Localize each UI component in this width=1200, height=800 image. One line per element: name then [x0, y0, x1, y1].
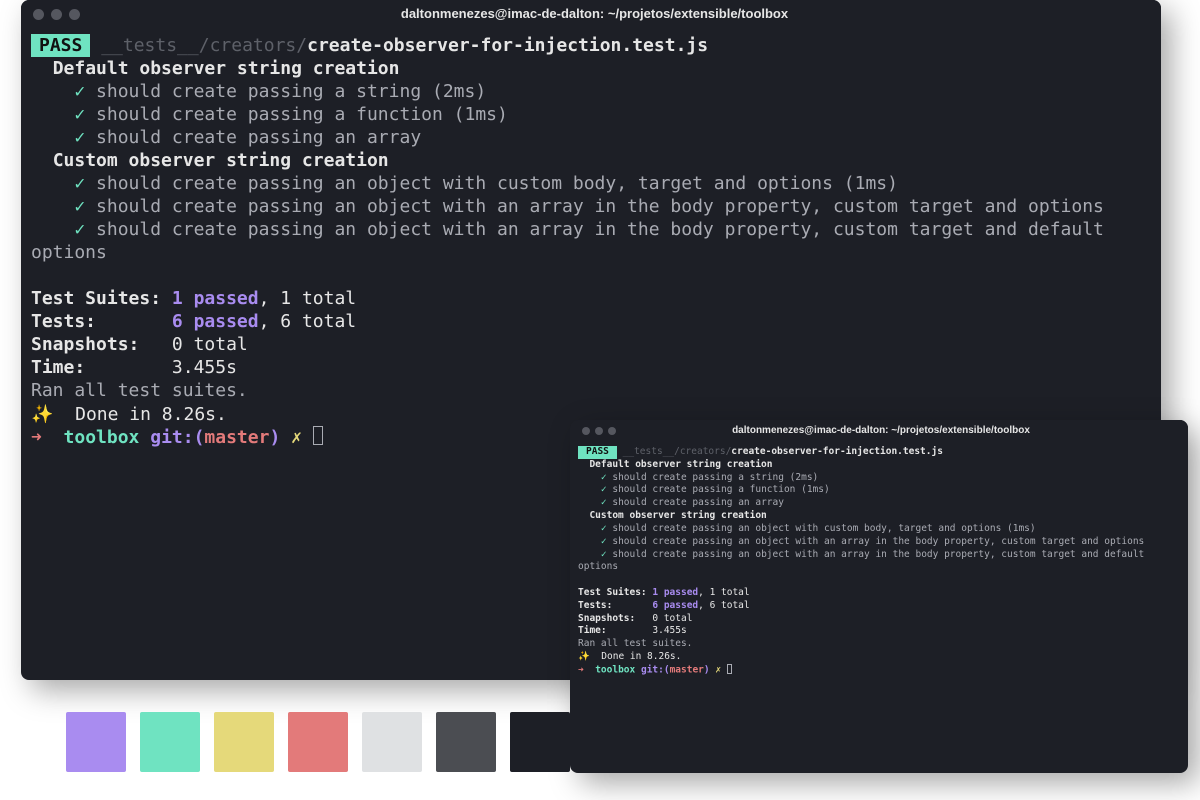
check-icon: ✓ [74, 127, 85, 148]
swatch-lightgrey [362, 712, 422, 772]
test-path-dir: __tests__/creators/ [623, 446, 732, 457]
summary-value: , 6 total [698, 600, 749, 611]
swatch-dark [510, 712, 570, 772]
summary-value: , 6 total [259, 311, 357, 332]
test-group-title: Default observer string creation [53, 58, 400, 79]
sparkle-icon: ✨ [31, 403, 53, 426]
check-icon: ✓ [601, 484, 607, 495]
pass-badge: PASS [31, 34, 90, 57]
test-case: should create passing a function (1ms) [612, 484, 829, 495]
prompt-branch: master [204, 427, 269, 448]
sparkle-icon: ✨ [578, 651, 590, 664]
summary-ran: Ran all test suites. [578, 638, 692, 649]
test-path-file: create-observer-for-injection.test.js [731, 446, 943, 457]
prompt-arrow-icon: ➜ [31, 427, 42, 448]
prompt-dirty-icon: ✗ [715, 664, 721, 675]
test-case: should create passing an object with an … [612, 536, 1144, 547]
terminal-window-small: daltonmenezes@imac-de-dalton: ~/projetos… [570, 420, 1188, 773]
titlebar[interactable]: daltonmenezes@imac-de-dalton: ~/projetos… [21, 0, 1161, 28]
cursor-icon[interactable] [313, 426, 323, 445]
test-case: should create passing an object with an … [578, 549, 1150, 573]
check-icon: ✓ [74, 173, 85, 194]
prompt-git: ) [269, 427, 280, 448]
summary-value: 1 passed [652, 587, 698, 598]
terminal-output[interactable]: PASS __tests__/creators/create-observer-… [21, 28, 1161, 459]
check-icon: ✓ [601, 472, 607, 483]
prompt-git: git:( [150, 427, 204, 448]
check-icon: ✓ [601, 549, 607, 560]
prompt-arrow-icon: ➜ [578, 664, 584, 675]
summary-value: , 1 total [259, 288, 357, 309]
test-case: should create passing an object with an … [96, 196, 1104, 217]
check-icon: ✓ [74, 196, 85, 217]
test-case: should create passing a string (2ms) [96, 81, 486, 102]
prompt-dir: toolbox [64, 427, 140, 448]
prompt-git: ) [704, 664, 710, 675]
summary-label: Test Suites: [31, 288, 161, 309]
minimize-icon[interactable] [595, 427, 603, 435]
test-group-title: Custom observer string creation [589, 510, 766, 521]
check-icon: ✓ [601, 536, 607, 547]
summary-value: 1 passed [172, 288, 259, 309]
summary-label: Tests: [578, 600, 612, 611]
summary-value: 3.455s [172, 357, 237, 378]
prompt-dir: toolbox [595, 664, 635, 675]
test-case: should create passing an object with cus… [96, 173, 898, 194]
test-group-title: Default observer string creation [589, 459, 772, 470]
terminal-output[interactable]: PASS __tests__/creators/create-observer-… [570, 442, 1188, 685]
window-title: daltonmenezes@imac-de-dalton: ~/projetos… [80, 6, 1109, 23]
swatch-purple [66, 712, 126, 772]
summary-value: 6 passed [652, 600, 698, 611]
traffic-lights [33, 9, 80, 20]
color-palette [66, 712, 570, 772]
summary-label: Test Suites: [578, 587, 647, 598]
cursor-icon[interactable] [727, 664, 732, 674]
swatch-yellow [214, 712, 274, 772]
summary-ran: Ran all test suites. [31, 380, 248, 401]
test-case: should create passing an array [612, 497, 784, 508]
swatch-red [288, 712, 348, 772]
summary-value: , 1 total [698, 587, 749, 598]
zoom-icon[interactable] [608, 427, 616, 435]
test-case: should create passing a string (2ms) [612, 472, 818, 483]
check-icon: ✓ [74, 219, 85, 240]
check-icon: ✓ [601, 497, 607, 508]
pass-badge: PASS [578, 446, 617, 459]
test-path-dir: __tests__/creators/ [101, 35, 307, 56]
close-icon[interactable] [33, 9, 44, 20]
titlebar[interactable]: daltonmenezes@imac-de-dalton: ~/projetos… [570, 420, 1188, 442]
check-icon: ✓ [601, 523, 607, 534]
zoom-icon[interactable] [69, 9, 80, 20]
test-group-title: Custom observer string creation [53, 150, 389, 171]
test-case: should create passing a function (1ms) [96, 104, 508, 125]
prompt-branch: master [670, 664, 704, 675]
summary-value: 3.455s [652, 625, 686, 636]
summary-value: 0 total [652, 613, 692, 624]
summary-value: 6 passed [172, 311, 259, 332]
summary-label: Time: [31, 357, 85, 378]
test-path-file: create-observer-for-injection.test.js [307, 35, 708, 56]
test-case: should create passing an array [96, 127, 421, 148]
close-icon[interactable] [582, 427, 590, 435]
check-icon: ✓ [74, 104, 85, 125]
swatch-teal [140, 712, 200, 772]
check-icon: ✓ [74, 81, 85, 102]
summary-label: Snapshots: [31, 334, 139, 355]
test-case: should create passing an object with cus… [612, 523, 1035, 534]
prompt-dirty-icon: ✗ [291, 427, 302, 448]
summary-done: Done in 8.26s. [75, 404, 227, 425]
swatch-grey [436, 712, 496, 772]
summary-done: Done in 8.26s. [601, 651, 681, 662]
test-case: should create passing an object with an … [31, 219, 1115, 263]
summary-label: Snapshots: [578, 613, 635, 624]
prompt-git: git:( [641, 664, 670, 675]
window-title: daltonmenezes@imac-de-dalton: ~/projetos… [616, 424, 1146, 438]
summary-value: 0 total [172, 334, 248, 355]
summary-label: Tests: [31, 311, 96, 332]
traffic-lights [582, 427, 616, 435]
minimize-icon[interactable] [51, 9, 62, 20]
summary-label: Time: [578, 625, 607, 636]
